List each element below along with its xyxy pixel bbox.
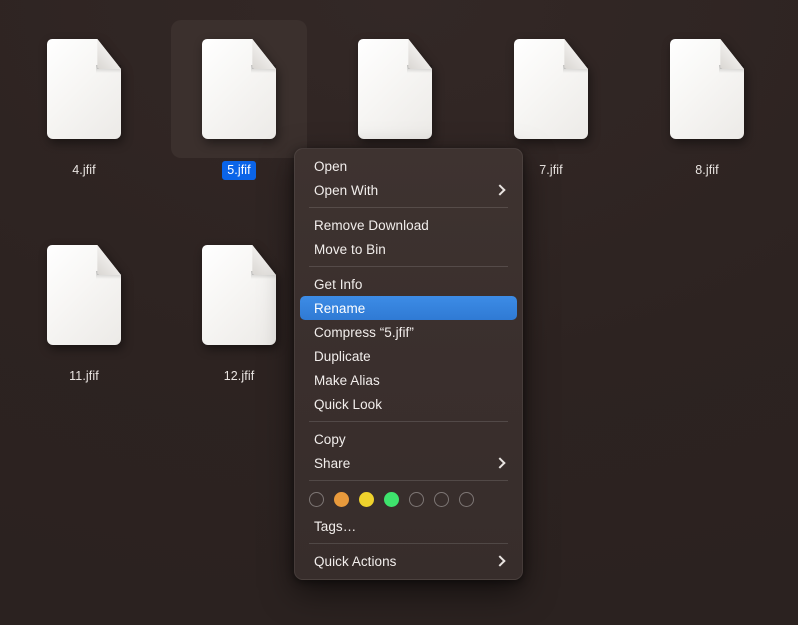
chevron-right-icon: [495, 556, 505, 566]
menu-item-share[interactable]: Share: [300, 451, 517, 475]
document-icon-page: [202, 39, 276, 139]
file-icon-hit-area[interactable]: [16, 20, 152, 158]
menu-item-open[interactable]: Open: [300, 154, 517, 178]
document-icon-page: [514, 39, 588, 139]
document-icon: [47, 245, 121, 345]
tag-orange-dot[interactable]: [334, 492, 349, 507]
menu-item-open-with[interactable]: Open With: [300, 178, 517, 202]
document-icon: [202, 245, 276, 345]
tag-purple-dot[interactable]: [434, 492, 449, 507]
document-icon-page: [47, 39, 121, 139]
tag-gray-dot[interactable]: [459, 492, 474, 507]
file-item[interactable]: 8.jfif: [639, 20, 775, 180]
file-name-label[interactable]: 4.jfif: [67, 161, 101, 180]
file-name-label[interactable]: 5.jfif: [222, 161, 256, 180]
document-icon-fold: [720, 39, 744, 69]
menu-item-label: Compress “5.jfif”: [314, 324, 414, 340]
file-icon-hit-area[interactable]: [639, 20, 775, 158]
menu-item-get-info[interactable]: Get Info: [300, 272, 517, 296]
file-name-label[interactable]: 12.jfif: [219, 367, 260, 386]
document-icon-page: [358, 39, 432, 139]
menu-item-duplicate[interactable]: Duplicate: [300, 344, 517, 368]
document-icon: [47, 39, 121, 139]
menu-item-remove-download[interactable]: Remove Download: [300, 213, 517, 237]
menu-item-label: Quick Actions: [314, 553, 397, 569]
menu-item-label: Tags…: [314, 518, 357, 534]
document-icon-fold: [252, 245, 276, 275]
menu-separator: [309, 266, 508, 267]
menu-item-label: Duplicate: [314, 348, 371, 364]
menu-item-make-alias[interactable]: Make Alias: [300, 368, 517, 392]
document-icon-page: [670, 39, 744, 139]
chevron-right-icon: [495, 458, 505, 468]
file-icon-hit-area[interactable]: [327, 20, 463, 158]
context-menu[interactable]: Open Open With Remove Download Move to Bin G…: [294, 148, 523, 580]
document-icon-fold: [252, 39, 276, 69]
menu-item-label: Copy: [314, 431, 346, 447]
tag-color-row: [295, 486, 522, 514]
menu-separator: [309, 207, 508, 208]
document-icon-page: [202, 245, 276, 345]
menu-item-quick-actions[interactable]: Quick Actions: [300, 549, 517, 573]
document-icon: [358, 39, 432, 139]
menu-item-rename[interactable]: Rename: [300, 296, 517, 320]
tag-none-dot[interactable]: [309, 492, 324, 507]
document-icon-fold: [97, 39, 121, 69]
tag-green-dot[interactable]: [384, 492, 399, 507]
document-icon-fold: [97, 245, 121, 275]
chevron-right-icon: [495, 185, 505, 195]
file-icon-hit-area[interactable]: [171, 20, 307, 158]
menu-item-label: Remove Download: [314, 217, 429, 233]
menu-separator: [309, 480, 508, 481]
document-icon-page: [47, 245, 121, 345]
tag-yellow-dot[interactable]: [359, 492, 374, 507]
document-icon: [202, 39, 276, 139]
document-icon: [514, 39, 588, 139]
document-icon-fold: [408, 39, 432, 69]
menu-item-label: Open With: [314, 182, 379, 198]
document-icon-fold: [564, 39, 588, 69]
file-item[interactable]: 5.jfif: [171, 20, 307, 180]
file-name-label[interactable]: 11.jfif: [64, 367, 104, 386]
menu-item-label: Get Info: [314, 276, 363, 292]
file-item[interactable]: 12.jfif: [171, 226, 307, 386]
file-name-label[interactable]: 8.jfif: [690, 161, 724, 180]
menu-item-label: Rename: [314, 300, 366, 316]
menu-item-label: Share: [314, 455, 351, 471]
menu-item-quick-look[interactable]: Quick Look: [300, 392, 517, 416]
menu-item-label: Open: [314, 158, 348, 174]
menu-item-move-to-bin[interactable]: Move to Bin: [300, 237, 517, 261]
file-icon-hit-area[interactable]: [483, 20, 619, 158]
menu-item-tags[interactable]: Tags…: [300, 514, 517, 538]
menu-item-compress-5-jfif[interactable]: Compress “5.jfif”: [300, 320, 517, 344]
file-item[interactable]: 4.jfif: [16, 20, 152, 180]
menu-item-copy[interactable]: Copy: [300, 427, 517, 451]
menu-item-label: Make Alias: [314, 372, 380, 388]
menu-separator: [309, 543, 508, 544]
tag-blue-dot[interactable]: [409, 492, 424, 507]
menu-separator: [309, 421, 508, 422]
menu-item-label: Quick Look: [314, 396, 383, 412]
file-icon-hit-area[interactable]: [16, 226, 152, 364]
file-name-label[interactable]: 7.jfif: [534, 161, 568, 180]
document-icon: [670, 39, 744, 139]
file-icon-hit-area[interactable]: [171, 226, 307, 364]
file-item[interactable]: 11.jfif: [16, 226, 152, 386]
menu-item-label: Move to Bin: [314, 241, 386, 257]
